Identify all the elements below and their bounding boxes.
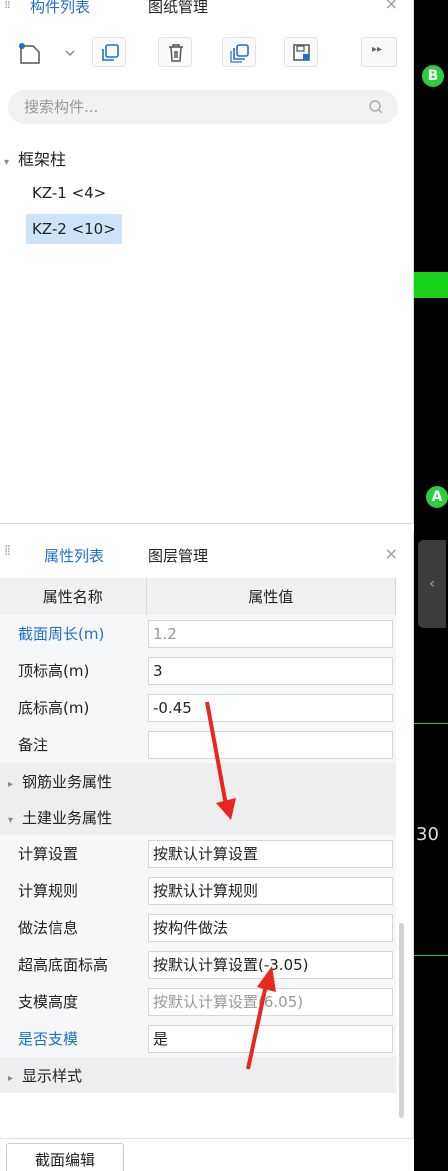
search-icon[interactable] xyxy=(368,99,384,115)
property-name: 超高底面标高 xyxy=(0,946,146,983)
component-list-panel: ⁞⁞ 构件列表 图纸管理 × ▸▸ ▾ 框架柱 KZ-1 <4> KZ-2 <10… xyxy=(0,0,414,524)
copy-button[interactable] xyxy=(92,37,126,67)
duplicate-layer-button[interactable] xyxy=(222,37,256,67)
copy-icon xyxy=(102,44,119,61)
group-label: 土建业务属性 xyxy=(22,808,113,827)
column-header-value: 属性值 xyxy=(146,578,396,615)
tree-group-label: 框架柱 xyxy=(18,150,67,169)
axis-label-b: B xyxy=(422,65,444,87)
layers-copy-icon xyxy=(230,44,249,63)
caret-right-icon: ▸ xyxy=(8,778,14,790)
property-name: 截面周长(m) xyxy=(0,615,146,652)
property-tabbar: ⁞⁞ 属性列表 图层管理 × xyxy=(0,533,414,566)
table-row: 截面周长(m) 1.2 xyxy=(0,615,396,652)
component-tabbar: ⁞⁞ 构件列表 图纸管理 × xyxy=(0,0,414,18)
chevron-left-icon: ‹ xyxy=(429,576,435,592)
table-row: 计算规则 按默认计算规则 xyxy=(0,872,396,909)
save-icon xyxy=(293,44,310,61)
axis-line xyxy=(414,272,448,298)
table-row: 顶标高(m) 3 xyxy=(0,652,396,689)
property-list-panel: ⁞⁞ 属性列表 图层管理 × 属性名称 属性值 截面周长(m) 1.2 顶标高(… xyxy=(0,533,414,1138)
vertical-scrollbar[interactable] xyxy=(399,923,404,1118)
tree-item-kz2[interactable]: KZ-2 <10> xyxy=(26,214,122,244)
property-name: 计算规则 xyxy=(0,872,146,909)
group-label: 钢筋业务属性 xyxy=(22,772,113,791)
property-value-field[interactable]: 是 xyxy=(148,1024,393,1053)
close-icon[interactable]: × xyxy=(385,0,398,13)
property-value-field[interactable]: 按默认计算设置(6.05) xyxy=(148,987,393,1016)
table-row: 底标高(m) -0.45 xyxy=(0,689,396,726)
grid-line xyxy=(414,723,448,724)
property-table: 属性名称 属性值 截面周长(m) 1.2 顶标高(m) 3 底标高(m) -0.… xyxy=(0,578,396,1093)
property-value-field[interactable]: 按构件做法 xyxy=(148,913,393,942)
tab-component-list[interactable]: 构件列表 xyxy=(30,0,90,17)
table-row: 备注 xyxy=(0,726,396,763)
caret-right-icon: ▸ xyxy=(8,1072,14,1084)
property-name: 顶标高(m) xyxy=(0,652,146,689)
property-value-field[interactable] xyxy=(148,730,393,759)
axis-label-a: A xyxy=(426,486,448,508)
table-row: 是否支模 是 xyxy=(0,1020,396,1057)
new-component-button[interactable] xyxy=(12,37,80,67)
property-name: 计算设置 xyxy=(0,835,146,872)
group-row-civil[interactable]: ▾ 土建业务属性 xyxy=(0,799,396,835)
property-name: 底标高(m) xyxy=(0,689,146,726)
table-row: 做法信息 按构件做法 xyxy=(0,909,396,946)
property-name: 是否支模 xyxy=(0,1020,146,1057)
section-edit-button[interactable]: 截面编辑 xyxy=(6,1143,124,1171)
tab-drawing-management[interactable]: 图纸管理 xyxy=(148,0,208,17)
search-input[interactable] xyxy=(24,97,354,117)
tab-layer-management[interactable]: 图层管理 xyxy=(148,545,208,566)
dimension-text: 30 xyxy=(416,824,439,845)
drag-grip-icon[interactable]: ⁞⁞ xyxy=(4,0,11,12)
trash-icon xyxy=(169,44,183,62)
bottom-bar: 截面编辑 xyxy=(0,1138,414,1171)
property-value-field[interactable]: 按默认计算规则 xyxy=(148,876,393,905)
table-row: 计算设置 按默认计算设置 xyxy=(0,835,396,872)
save-to-library-button[interactable] xyxy=(284,37,318,67)
property-name: 做法信息 xyxy=(0,909,146,946)
property-value-field[interactable]: 按默认计算设置(-3.05) xyxy=(148,950,393,979)
tree-group-frame-column[interactable]: ▾ 框架柱 xyxy=(4,146,66,170)
caret-down-icon: ▾ xyxy=(8,814,14,826)
property-name: 支模高度 xyxy=(0,983,146,1020)
grid-line xyxy=(414,955,448,956)
property-value-field[interactable]: 按默认计算设置 xyxy=(148,839,393,868)
property-value-field[interactable]: 1.2 xyxy=(148,619,393,648)
property-value-field[interactable]: 3 xyxy=(148,656,393,685)
caret-down-icon: ▾ xyxy=(4,157,10,168)
group-row-display[interactable]: ▸ 显示样式 xyxy=(0,1057,396,1093)
property-value-field[interactable]: -0.45 xyxy=(148,693,393,722)
search-box xyxy=(8,90,398,124)
group-label: 显示样式 xyxy=(22,1066,83,1085)
group-row-rebar[interactable]: ▸ 钢筋业务属性 xyxy=(0,763,396,799)
tab-property-list[interactable]: 属性列表 xyxy=(44,545,104,566)
table-row: 支模高度 按默认计算设置(6.05) xyxy=(0,983,396,1020)
close-icon[interactable]: × xyxy=(385,544,398,563)
table-row: 超高底面标高 按默认计算设置(-3.05) xyxy=(0,946,396,983)
drag-grip-icon[interactable]: ⁞⁞ xyxy=(4,543,11,559)
double-chevron-right-icon: ▸▸ xyxy=(372,44,383,55)
tree-item-kz1[interactable]: KZ-1 <4> xyxy=(26,178,112,208)
property-name: 备注 xyxy=(0,726,146,763)
more-tools-button[interactable]: ▸▸ xyxy=(361,37,397,67)
column-header-name: 属性名称 xyxy=(0,578,147,615)
collapse-panel-handle[interactable]: ‹ xyxy=(418,540,446,628)
new-file-icon xyxy=(19,43,75,64)
delete-button[interactable] xyxy=(158,37,192,67)
chevron-down-icon xyxy=(65,50,75,56)
